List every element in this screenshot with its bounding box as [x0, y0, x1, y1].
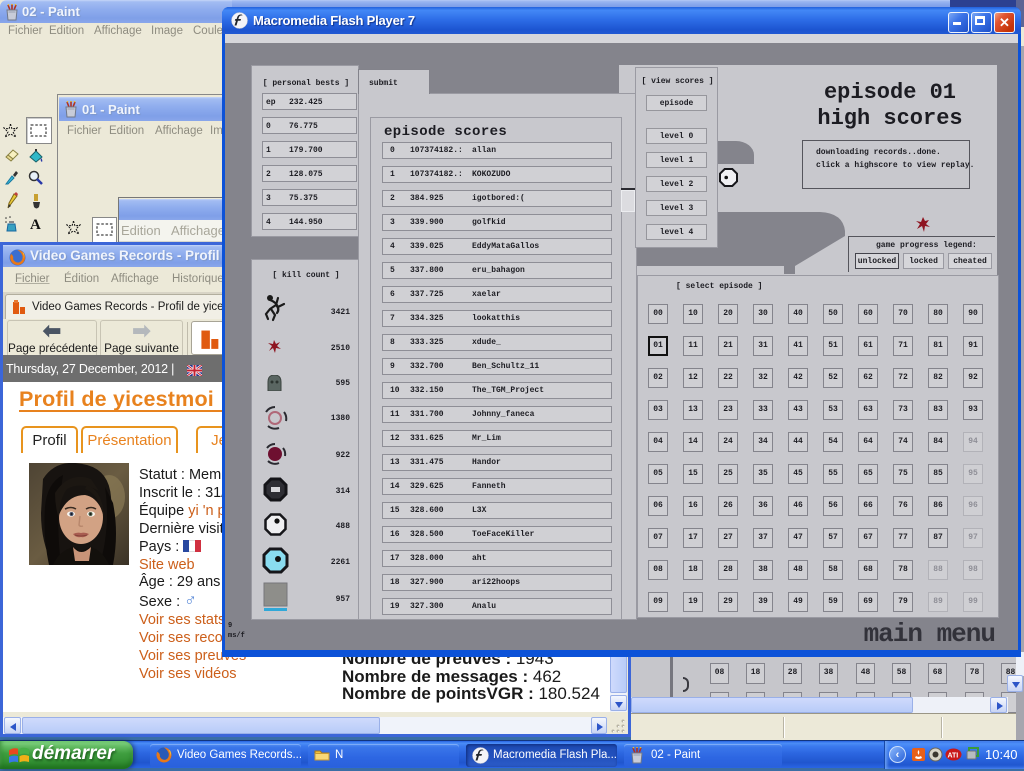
svg-text:ATI: ATI — [948, 753, 959, 760]
